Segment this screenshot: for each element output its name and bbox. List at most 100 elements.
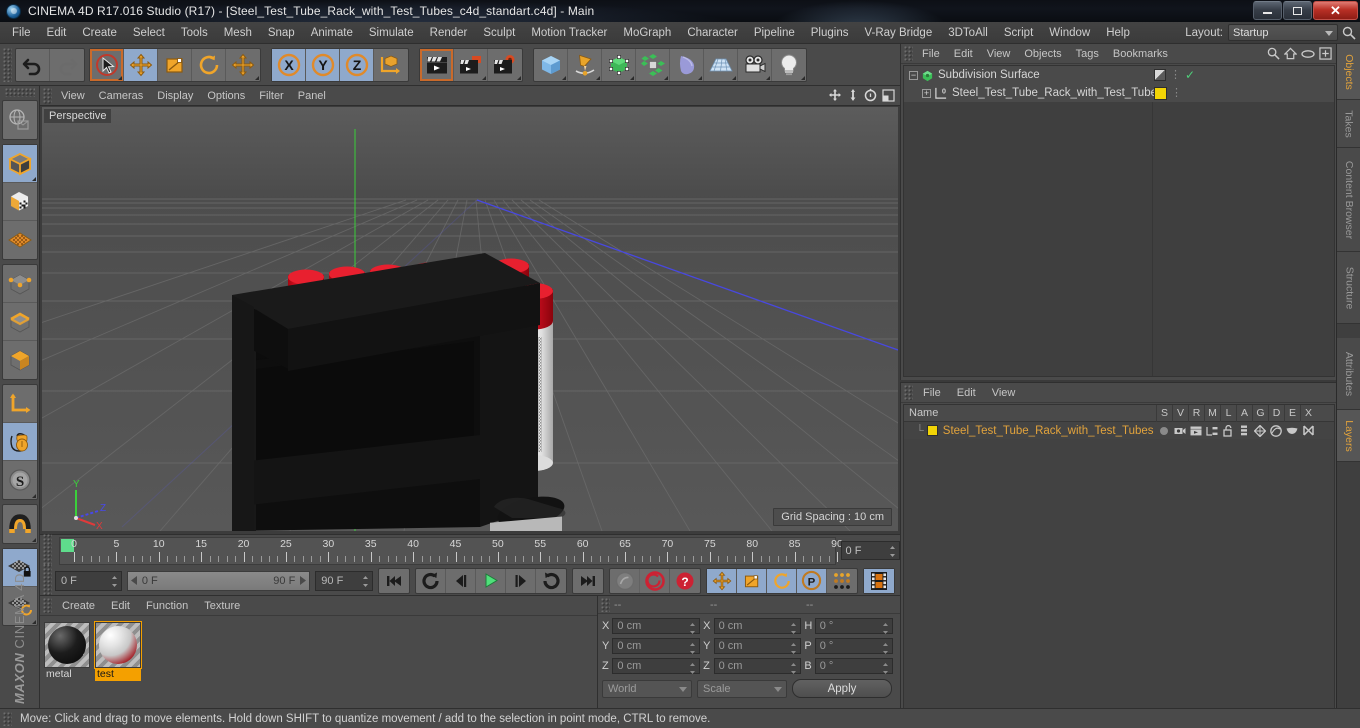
timeline-grip[interactable] [43, 533, 52, 568]
viewport-menu-filter[interactable]: Filter [252, 86, 290, 106]
viewport-solo-icon[interactable] [2, 423, 37, 461]
deformer-icon[interactable] [670, 48, 704, 81]
left-toolbar-grip[interactable] [4, 88, 35, 97]
coord-input-field[interactable]: 0 cm [713, 637, 802, 655]
point-mode-icon[interactable] [2, 265, 37, 303]
object-menu-file[interactable]: File [915, 44, 947, 64]
material-menu-create[interactable]: Create [54, 596, 103, 616]
menu-item-script[interactable]: Script [996, 22, 1041, 44]
spinner-icon[interactable] [882, 622, 889, 635]
spinner-icon[interactable] [790, 622, 797, 635]
plus-box-icon[interactable] [1319, 47, 1332, 60]
object-layer-swatch[interactable] [1154, 86, 1167, 100]
menu-item-plugins[interactable]: Plugins [803, 22, 857, 44]
array-icon[interactable] [636, 48, 670, 81]
menu-item-motion-tracker[interactable]: Motion Tracker [523, 22, 615, 44]
material-preview[interactable] [44, 622, 90, 668]
step-forward-icon[interactable] [506, 568, 536, 593]
menu-item-file[interactable]: File [4, 22, 39, 44]
spinner-icon[interactable] [882, 642, 889, 655]
texture-mode-icon[interactable] [2, 183, 37, 221]
spinner-icon[interactable] [111, 575, 118, 588]
keyframe-selection-icon[interactable]: ? [670, 569, 700, 593]
viewport-menu-options[interactable]: Options [200, 86, 252, 106]
material-preview[interactable] [94, 621, 142, 669]
light-icon[interactable] [772, 49, 806, 81]
menu-item-edit[interactable]: Edit [39, 22, 75, 44]
menu-item-create[interactable]: Create [74, 22, 125, 44]
move-alt-icon[interactable] [226, 49, 260, 81]
timeline-ruler[interactable]: 0 5 10 15 20 25 30 35 40 45 50 55 60 65 70 75 80 85 90 [59, 536, 843, 565]
apply-button[interactable]: Apply [792, 679, 892, 698]
coord-input-field[interactable]: 0 cm [612, 617, 701, 635]
object-grip[interactable] [904, 46, 913, 61]
material-menu-texture[interactable]: Texture [196, 596, 248, 616]
material-name[interactable]: test [95, 668, 141, 681]
vertical-tab-takes[interactable]: Takes [1337, 100, 1360, 148]
range-right-arrow-icon[interactable] [298, 576, 307, 585]
viewport-menu-view[interactable]: View [54, 86, 92, 106]
transport-grip[interactable] [43, 563, 52, 598]
menu-item-animate[interactable]: Animate [303, 22, 361, 44]
menu-item-mesh[interactable]: Mesh [216, 22, 260, 44]
camera-icon[interactable] [738, 48, 772, 81]
coord-input-field[interactable]: 0 cm [612, 637, 701, 655]
material-tile[interactable]: test [94, 621, 142, 681]
spinner-icon[interactable] [689, 642, 696, 655]
coordinate-system-dropdown[interactable]: World [602, 679, 692, 698]
status-grip[interactable] [3, 711, 12, 726]
manager-icon[interactable] [1204, 426, 1220, 436]
undo-view-icon[interactable] [3, 101, 37, 139]
floor-environment-icon[interactable] [704, 48, 738, 81]
step-back-icon[interactable] [446, 568, 476, 593]
range-left-arrow-icon[interactable] [130, 576, 139, 585]
solo-dot-icon[interactable] [1156, 426, 1172, 435]
layer-column-v[interactable]: V [1172, 404, 1188, 422]
transport-current-frame[interactable]: 0 F [55, 570, 122, 591]
spinner-icon[interactable] [689, 622, 696, 635]
menu-item-help[interactable]: Help [1098, 22, 1138, 44]
x-axis-icon[interactable]: X [272, 48, 306, 81]
dolly-icon[interactable] [847, 88, 859, 102]
layer-grip[interactable] [904, 385, 913, 400]
coord-input-field[interactable]: 0 cm [612, 657, 701, 674]
filmstrip-icon[interactable] [864, 568, 894, 593]
menu-item-v-ray-bridge[interactable]: V-Ray Bridge [856, 22, 940, 44]
polygon-grid-icon[interactable] [3, 221, 37, 259]
layer-column-a[interactable]: A [1236, 404, 1252, 422]
go-to-end-icon[interactable] [573, 569, 603, 593]
pan-icon[interactable] [828, 88, 842, 102]
enabled-check-icon[interactable]: ✓ [1185, 68, 1195, 82]
key-param-icon[interactable]: P [797, 568, 827, 593]
menu-item-mograph[interactable]: MoGraph [615, 22, 679, 44]
world-object-axis-icon[interactable] [374, 49, 408, 81]
expression-icon[interactable] [1284, 427, 1300, 435]
vertical-tab-objects[interactable]: Objects [1337, 44, 1360, 100]
object-tree[interactable]: − Subdivision Surface ⋮ ✓ + 0 Steel_Test… [903, 65, 1335, 377]
polygon-mode-icon[interactable] [3, 341, 37, 379]
layer-column-g[interactable]: G [1252, 404, 1268, 422]
coord-input-field[interactable]: 0 ° [814, 617, 893, 635]
menu-item-snap[interactable]: Snap [260, 22, 303, 44]
material-name[interactable]: metal [44, 668, 90, 681]
layer-menu-view[interactable]: View [984, 383, 1024, 403]
spinner-icon[interactable] [790, 642, 797, 655]
maximize-view-icon[interactable] [882, 88, 895, 102]
render-view-icon[interactable] [420, 48, 454, 81]
go-to-start-icon[interactable] [379, 569, 409, 593]
view-icon[interactable] [1172, 426, 1188, 436]
layout-dropdown[interactable]: Startup [1228, 24, 1338, 41]
layer-menu-file[interactable]: File [915, 383, 949, 403]
home-icon[interactable] [1284, 47, 1297, 60]
deformer-icon[interactable] [1268, 424, 1284, 437]
spline-pen-icon[interactable] [568, 48, 602, 81]
vertical-tab-structure[interactable]: Structure [1337, 252, 1360, 324]
coord-input-field[interactable]: 0 cm [713, 617, 802, 635]
axis-mode-icon[interactable] [2, 385, 37, 423]
xref-icon[interactable] [1300, 425, 1316, 436]
viewport-menu-cameras[interactable]: Cameras [92, 86, 151, 106]
live-selection-icon[interactable] [90, 48, 124, 81]
render-region-icon[interactable] [454, 48, 488, 81]
preview-range-slider[interactable]: 0 F 90 F [126, 570, 311, 591]
material-menu-function[interactable]: Function [138, 596, 196, 616]
